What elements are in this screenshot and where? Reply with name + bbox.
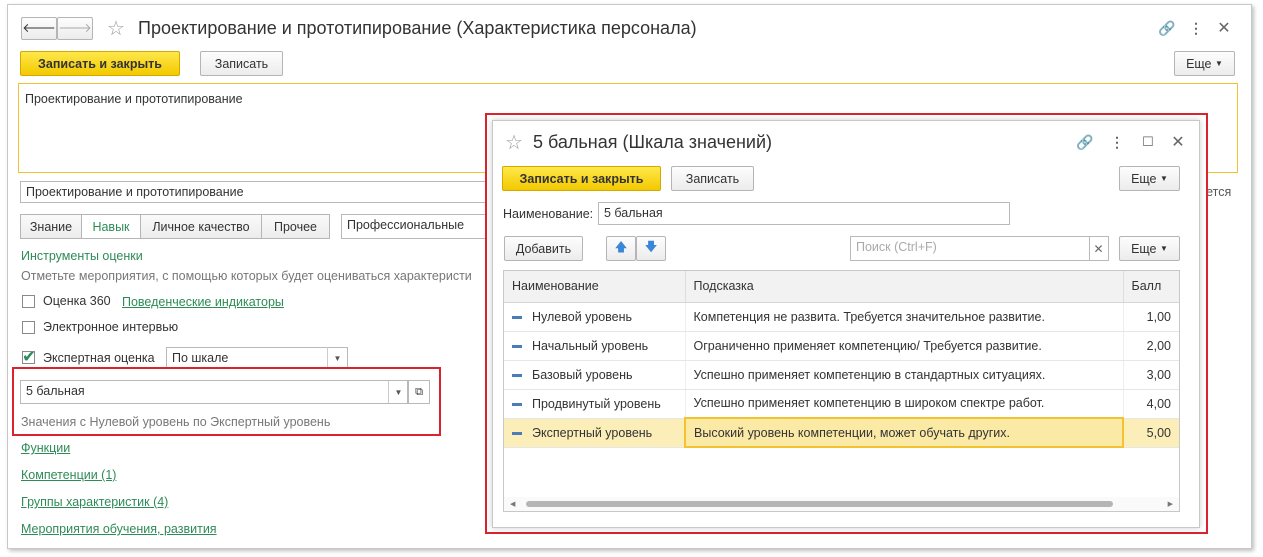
eval360-label: Оценка 360	[43, 294, 111, 308]
expert-mode-select[interactable]: По шкале	[166, 347, 348, 369]
arrow-up-icon: 🡅	[614, 240, 628, 254]
scroll-right-icon[interactable]: ▶	[1168, 500, 1173, 508]
scroll-left-icon[interactable]: ◀	[510, 500, 515, 508]
link-icon[interactable]: 🔗	[1157, 18, 1177, 38]
dialog-save-button[interactable]: Записать	[671, 166, 754, 191]
behavior-indicators-link[interactable]: Поведенческие индикаторы	[122, 295, 284, 309]
chevron-down-icon[interactable]: ▼	[327, 347, 347, 369]
category-select[interactable]: Профессиональные	[341, 214, 491, 239]
groups-link[interactable]: Группы характеристик (4)	[21, 495, 168, 509]
forward-button[interactable]: 🡒	[57, 17, 93, 40]
table-row-selected[interactable]: Экспертный уровень Высокий уровень компе…	[504, 417, 1179, 448]
arrow-down-icon: 🡇	[644, 240, 658, 254]
name-label: Наименование:	[503, 207, 594, 221]
interview-checkbox[interactable]	[22, 321, 35, 334]
search-input[interactable]: Поиск (Ctrl+F)	[850, 236, 1090, 261]
more-vert-icon[interactable]: ⋮	[1109, 132, 1125, 152]
table-row[interactable]: Начальный уровень Ограниченно применяет …	[504, 331, 1179, 361]
move-down-button[interactable]: 🡇	[636, 236, 666, 261]
arrow-left-icon: 🡐	[22, 21, 56, 35]
scale-hint: Значения с Нулевой уровень по Экспертный…	[21, 415, 331, 429]
functions-link[interactable]: Функции	[21, 441, 70, 455]
clear-icon[interactable]: ✕	[1089, 236, 1109, 261]
chevron-down-icon: ▼	[1160, 244, 1168, 253]
dialog-title: 5 бальная (Шкала значений)	[533, 132, 773, 152]
eval360-checkbox[interactable]	[22, 295, 35, 308]
chevron-down-icon: ▼	[1160, 174, 1168, 183]
dialog-more-button[interactable]: Еще ▼	[1119, 166, 1180, 191]
save-button[interactable]: Записать	[200, 51, 283, 76]
col-name-header[interactable]: Наименование	[504, 271, 686, 303]
tab-personal-quality[interactable]: Личное качество	[140, 214, 262, 239]
tab-skill[interactable]: Навык	[81, 214, 141, 239]
row-marker-icon	[512, 402, 522, 406]
table-row[interactable]: Нулевой уровень Компетенция не развита. …	[504, 302, 1179, 332]
save-close-button[interactable]: Записать и закрыть	[20, 51, 180, 76]
arrow-right-icon: 🡒	[58, 21, 92, 35]
back-button[interactable]: 🡐	[21, 17, 57, 40]
row-marker-icon	[512, 344, 522, 348]
competencies-link[interactable]: Компетенции (1)	[21, 468, 116, 482]
dialog-name-input[interactable]: 5 бальная	[598, 202, 1010, 225]
checkbox-frame	[22, 351, 35, 364]
scale-input[interactable]: 5 бальная	[20, 380, 408, 404]
row-marker-icon	[512, 431, 522, 435]
add-button[interactable]: Добавить	[504, 236, 583, 261]
move-up-button[interactable]: 🡅	[606, 236, 636, 261]
col-score-header[interactable]: Балл	[1123, 271, 1179, 303]
open-icon[interactable]: ⧉	[408, 380, 430, 404]
name-input[interactable]: Проектирование и прототипирование	[20, 181, 500, 203]
chevron-down-icon[interactable]: ▼	[388, 381, 408, 403]
star-icon[interactable]: ☆	[503, 130, 525, 154]
more-vert-icon[interactable]: ⋮	[1188, 18, 1204, 38]
horizontal-scrollbar[interactable]: ◀ ▶	[504, 497, 1179, 511]
table-header: Наименование Подсказка Балл	[504, 271, 1179, 303]
values-table: Наименование Подсказка Балл Нулевой уров…	[503, 270, 1180, 512]
maximize-icon[interactable]: ☐	[1139, 133, 1157, 151]
more-button[interactable]: Еще ▼	[1174, 51, 1235, 76]
dialog-save-close-button[interactable]: Записать и закрыть	[502, 166, 661, 191]
scrollbar-thumb[interactable]	[526, 501, 1113, 507]
interview-label: Электронное интервью	[43, 320, 179, 334]
chevron-down-icon: ▼	[1215, 59, 1223, 68]
tools-hint: Отметьте мероприятия, с помощью которых …	[21, 269, 472, 283]
table-row[interactable]: Базовый уровень Успешно применяет компет…	[504, 360, 1179, 390]
close-icon[interactable]: ✕	[1168, 132, 1188, 152]
row-marker-icon	[512, 373, 522, 377]
table-more-button[interactable]: Еще ▼	[1119, 236, 1180, 261]
tab-knowledge[interactable]: Знание	[20, 214, 82, 239]
table-row[interactable]: Продвинутый уровень Успешно применяет ко…	[504, 389, 1179, 419]
row-marker-icon	[512, 315, 522, 319]
tools-title: Инструменты оценки	[21, 249, 143, 263]
expert-label: Экспертная оценка	[43, 351, 155, 365]
tab-other[interactable]: Прочее	[261, 214, 330, 239]
training-link[interactable]: Мероприятия обучения, развития	[21, 522, 217, 536]
link-icon[interactable]: 🔗	[1075, 132, 1095, 152]
col-hint-header[interactable]: Подсказка	[685, 271, 1124, 303]
window-title: Проектирование и прототипирование (Харак…	[138, 18, 697, 38]
close-icon[interactable]: ✕	[1214, 18, 1234, 38]
star-icon[interactable]: ☆	[104, 16, 128, 40]
